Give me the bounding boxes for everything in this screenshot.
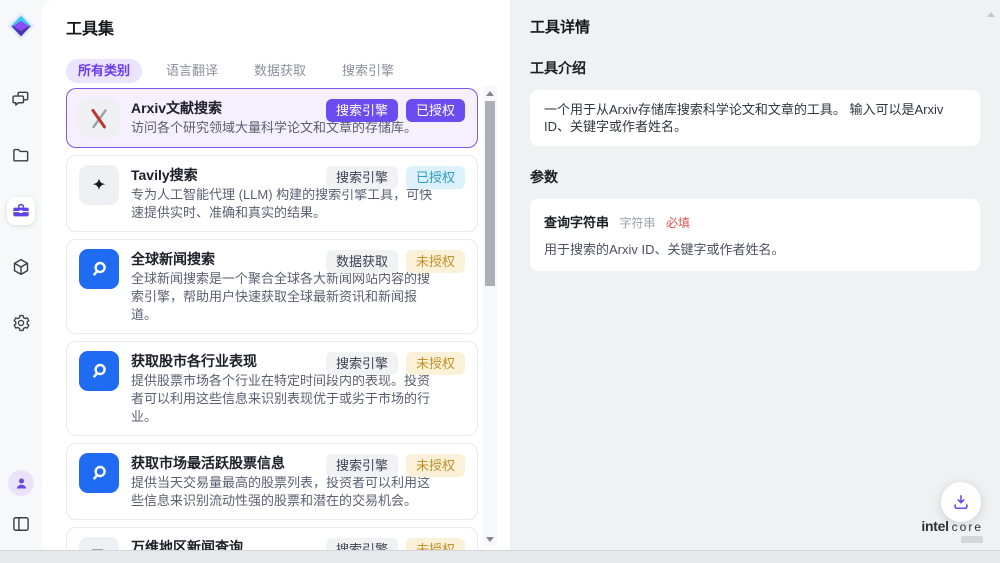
gear-icon <box>11 313 31 333</box>
brand-intel-text: intel <box>921 519 948 533</box>
tool-card[interactable]: Tavily搜索 专为人工智能代理 (LLM) 构建的搜索引擎工具，可快速提供实… <box>66 155 478 232</box>
auth-badge: 未授权 <box>406 352 465 375</box>
page-title: 工具集 <box>66 20 510 40</box>
category-tab[interactable]: 语言翻译 <box>154 59 230 83</box>
ultra-badge <box>961 536 983 543</box>
app-logo <box>6 11 36 41</box>
auth-badge: 未授权 <box>406 454 465 477</box>
tool-card[interactable]: 获取股市各行业表现 提供股票市场各个行业在特定时间段内的表现。投资者可以利用这些… <box>66 341 478 436</box>
sparkle-icon <box>89 175 109 195</box>
tool-description: 提供股票市场各个行业在特定时间段内的表现。投资者可以利用这些信息来识别表现优于或… <box>131 372 441 426</box>
tool-card[interactable]: Arxiv文献搜索 访问各个研究领域大量科学论文和文章的存储库。 搜索引擎 已授… <box>66 88 478 148</box>
tool-detail-panel: 工具详情 工具介绍 一个用于从Arxiv存储库搜索科学论文和文章的工具。 输入可… <box>510 0 1000 550</box>
scroll-down-arrow-icon[interactable] <box>483 532 497 546</box>
bluesearch-tool-icon <box>79 249 119 289</box>
params-heading: 参数 <box>530 169 980 186</box>
tool-description: 提供当天交易量最高的股票列表，投资者可以利用这些信息来识别流动性强的股票和潜在的… <box>131 474 441 510</box>
search-q-icon <box>87 461 111 485</box>
panel-toggle-icon <box>11 514 31 534</box>
category-badge: 搜索引擎 <box>326 352 398 375</box>
tool-list: Arxiv文献搜索 访问各个研究领域大量科学论文和文章的存储库。 搜索引擎 已授… <box>66 88 478 550</box>
param-description: 用于搜索的Arxiv ID、关键字或作者姓名。 <box>544 241 966 258</box>
search-q-icon <box>87 257 111 281</box>
scroll-up-arrow-icon[interactable] <box>483 86 497 100</box>
auth-badge: 已授权 <box>406 99 465 122</box>
toolbox-icon <box>11 201 31 221</box>
param-card: 查询字符串 字符串 必填 用于搜索的Arxiv ID、关键字或作者姓名。 <box>530 199 980 271</box>
category-badge: 搜索引擎 <box>326 454 398 477</box>
scrollbar-thumb[interactable] <box>485 101 495 286</box>
auth-badge: 未授权 <box>406 250 465 273</box>
toolset-panel: 工具集 所有类别 语言翻译 数据获取 搜索引擎 Arxiv文献搜索 访问各个研究… <box>42 0 510 550</box>
arxiv-tool-icon <box>79 98 119 138</box>
category-badge: 搜索引擎 <box>326 166 398 189</box>
bluesearch-tool-icon <box>79 351 119 391</box>
app-window: 工具集 所有类别 语言翻译 数据获取 搜索引擎 Arxiv文献搜索 访问各个研究… <box>0 0 1000 551</box>
cube-icon <box>11 257 31 277</box>
sidebar-item-tools[interactable] <box>7 197 35 225</box>
tool-card[interactable]: 获取市场最活跃股票信息 提供当天交易量最高的股票列表，投资者可以利用这些信息来识… <box>66 443 478 520</box>
auth-badge: 已授权 <box>406 166 465 189</box>
sidebar-item-settings[interactable] <box>7 309 35 337</box>
arxiv-logo-icon <box>87 106 111 130</box>
category-tab[interactable]: 搜索引擎 <box>330 59 406 83</box>
tool-description: 专为人工智能代理 (LLM) 构建的搜索引擎工具，可快速提供实时、准确和真实的结… <box>131 186 441 222</box>
sidebar-collapse-button[interactable] <box>7 510 35 538</box>
category-badge: 数据获取 <box>326 250 398 273</box>
brand-core-text: core <box>952 520 983 534</box>
category-badge: 搜索引擎 <box>326 99 398 122</box>
category-tab[interactable]: 所有类别 <box>66 59 142 83</box>
sidebar <box>0 0 42 550</box>
user-icon <box>14 476 29 491</box>
bluesearch-tool-icon <box>79 453 119 493</box>
auth-badge: 未授权 <box>406 538 465 550</box>
sparkle-tool-icon <box>79 165 119 205</box>
category-tabs: 所有类别 语言翻译 数据获取 搜索引擎 <box>66 59 510 83</box>
sidebar-item-files[interactable] <box>7 141 35 169</box>
category-badge: 搜索引擎 <box>326 538 398 550</box>
tool-card[interactable]: 万维地区新闻查询 查询具体行政区划内的新闻，快速了解各地新闻动 搜索引擎 未授权 <box>66 527 478 550</box>
tool-description: 全球新闻搜索是一个聚合全球各大新闻网站内容的搜索引擎，帮助用户快速获取全球最新资… <box>131 270 441 324</box>
chat-icon <box>11 89 31 109</box>
sidebar-item-chat[interactable] <box>7 85 35 113</box>
intro-text: 一个用于从Arxiv存储库搜索科学论文和文章的工具。 输入可以是Arxiv ID… <box>530 90 980 146</box>
search-q-icon <box>87 359 111 383</box>
folder-icon <box>11 145 31 165</box>
param-required-badge: 必填 <box>666 216 690 230</box>
news-tool-icon <box>79 537 119 550</box>
category-tab[interactable]: 数据获取 <box>242 59 318 83</box>
intro-heading: 工具介绍 <box>530 60 980 77</box>
user-avatar[interactable] <box>8 470 34 496</box>
window-bottom-strip <box>0 551 1000 562</box>
list-scrollbar[interactable] <box>483 86 497 546</box>
param-name: 查询字符串 <box>544 215 609 230</box>
newspaper-icon <box>88 546 110 550</box>
tool-card[interactable]: 全球新闻搜索 全球新闻搜索是一个聚合全球各大新闻网站内容的搜索引擎，帮助用户快速… <box>66 239 478 334</box>
download-button[interactable] <box>941 482 981 522</box>
param-type: 字符串 <box>619 216 655 230</box>
intel-core-logo: intel core <box>921 519 983 543</box>
detail-title: 工具详情 <box>530 18 980 37</box>
sidebar-item-packages[interactable] <box>7 253 35 281</box>
download-icon <box>951 492 971 512</box>
detail-scroll-arrow-icon <box>987 12 995 17</box>
